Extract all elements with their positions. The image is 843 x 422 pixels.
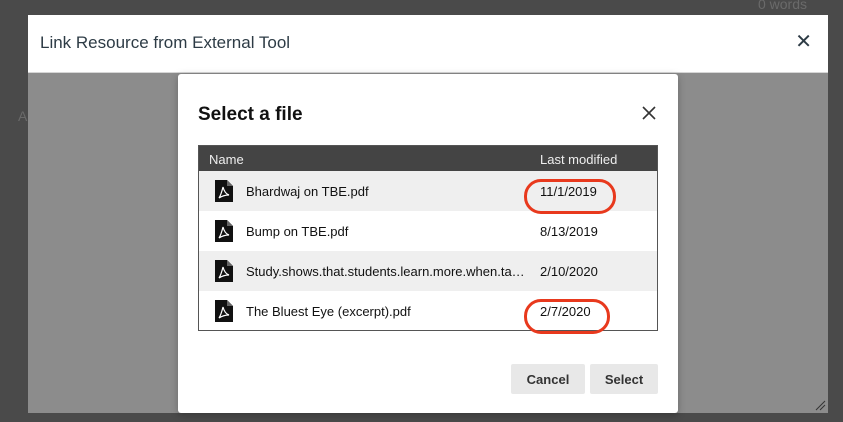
table-row[interactable]: The Bluest Eye (excerpt).pdf 2/7/2020	[199, 291, 657, 331]
pdf-file-icon	[215, 260, 233, 282]
pdf-file-icon	[215, 180, 233, 202]
table-header: Name Last modified	[199, 146, 657, 171]
pdf-file-icon	[215, 220, 233, 242]
resize-grip-icon[interactable]	[814, 399, 826, 411]
column-header-name[interactable]: Name	[209, 152, 244, 167]
background-text-fragment: A	[18, 108, 28, 124]
external-tool-dialog-header: Link Resource from External Tool ✕	[28, 15, 828, 73]
table-row[interactable]: Study.shows.that.students.learn.more.whe…	[199, 251, 657, 291]
file-table: Name Last modified Bhardwaj on TBE.pdf 1…	[198, 145, 658, 334]
background-word-count: 0 words	[757, 0, 807, 12]
file-last-modified: 2/10/2020	[540, 264, 598, 279]
select-file-modal: Select a file Name Last modified Bhardwa…	[178, 74, 678, 413]
file-last-modified: 2/7/2020	[540, 304, 591, 319]
file-name: Bump on TBE.pdf	[246, 224, 349, 239]
close-icon[interactable]	[640, 104, 658, 122]
select-button[interactable]: Select	[590, 364, 658, 394]
file-last-modified: 8/13/2019	[540, 224, 598, 239]
file-name: Bhardwaj on TBE.pdf	[246, 184, 369, 199]
file-last-modified: 11/1/2019	[540, 184, 597, 199]
table-row[interactable]: Bhardwaj on TBE.pdf 11/1/2019	[199, 171, 657, 211]
modal-title: Select a file	[198, 104, 303, 125]
file-name: Study.shows.that.students.learn.more.whe…	[246, 264, 525, 279]
cancel-button[interactable]: Cancel	[511, 364, 585, 394]
table-row[interactable]: Bump on TBE.pdf 8/13/2019	[199, 211, 657, 251]
external-tool-dialog-title: Link Resource from External Tool	[40, 33, 291, 52]
close-icon[interactable]: ✕	[795, 32, 812, 52]
file-name: The Bluest Eye (excerpt).pdf	[246, 304, 411, 319]
column-header-last-modified[interactable]: Last modified	[540, 152, 617, 167]
pdf-file-icon	[215, 300, 233, 322]
